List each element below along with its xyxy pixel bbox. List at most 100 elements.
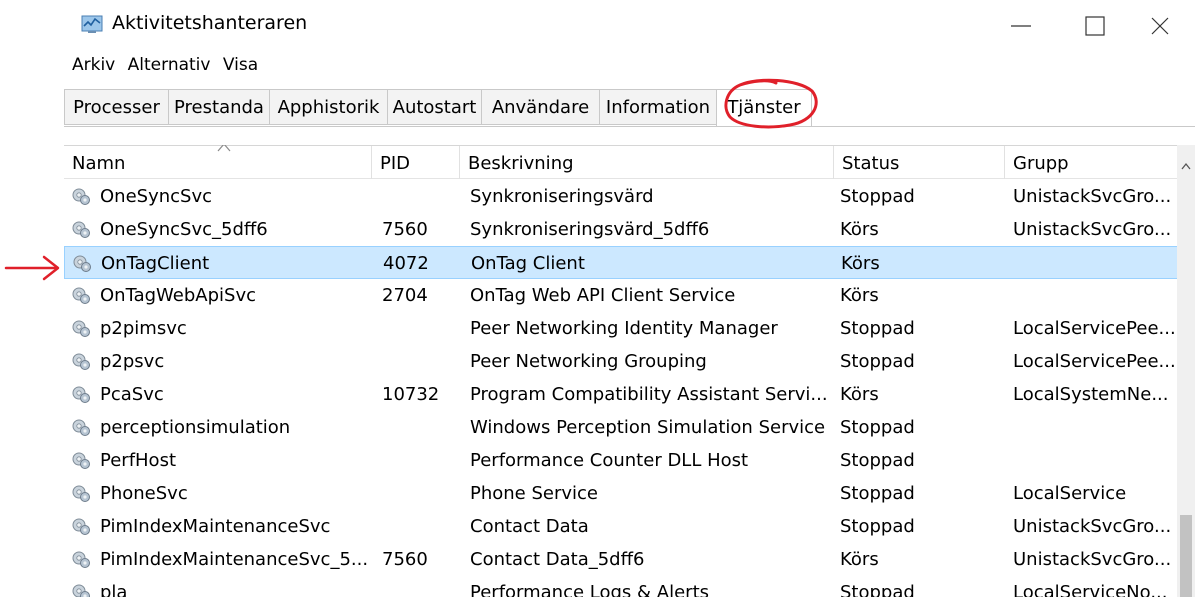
table-row[interactable]: OnTagWebApiSvc 2704 OnTag Web API Client S… [64, 279, 1182, 312]
table-row[interactable]: PerfHost Performance Counter DLL Host Stop… [64, 444, 1182, 477]
cell-pid [382, 312, 462, 345]
cell-group [1013, 279, 1178, 312]
cell-desc: Peer Networking Identity Manager [470, 318, 778, 339]
table-row[interactable]: perceptionsimulation Windows Perception S… [64, 411, 1182, 444]
cell-status: Stoppad [840, 582, 915, 597]
column-header-beskrivning[interactable]: Beskrivning [460, 146, 834, 179]
cell-name: OneSyncSvc [100, 186, 213, 207]
column-header-status[interactable]: Status [834, 146, 1005, 179]
minimize-icon[interactable] [1001, 10, 1041, 42]
gear-service-icon [70, 516, 92, 536]
cell-pid [382, 411, 462, 444]
maximize-icon[interactable] [1075, 10, 1115, 42]
cell-name: PcaSvc [100, 384, 164, 405]
cell-pid [382, 477, 462, 510]
cell-desc: OnTag Client [471, 253, 585, 274]
cell-name: PerfHost [100, 450, 177, 471]
table-row[interactable]: OneSyncSvc_5dff6 7560 Synkroniseringsvärd_… [64, 213, 1182, 246]
tab-prestanda[interactable]: Prestanda [168, 89, 270, 125]
cell-desc: Program Compatibility Assistant Servi... [470, 384, 828, 405]
menu-bar: Arkiv Alternativ Visa [72, 55, 265, 81]
cell-name: p2psvc [100, 351, 165, 372]
cell-group: LocalServicePee... [1013, 351, 1176, 372]
table-row[interactable]: PimIndexMaintenanceSvc Contact Data Stoppa… [64, 510, 1182, 543]
cell-name: p2pimsvc [100, 318, 187, 339]
cell-status: Stoppad [840, 483, 915, 504]
table-row[interactable]: pla Performance Logs & Alerts Stoppad Local… [64, 576, 1182, 597]
table-row[interactable]: PhoneSvc Phone Service Stoppad LocalService [64, 477, 1182, 510]
gear-service-icon [70, 417, 92, 437]
cell-pid [382, 510, 462, 543]
cell-status: Stoppad [840, 516, 915, 537]
tab-information[interactable]: Information [599, 89, 717, 125]
cell-name: pla [100, 582, 128, 597]
cell-status: Körs [841, 253, 880, 274]
cell-status: Stoppad [840, 186, 915, 207]
column-header-grupp[interactable]: Grupp [1005, 146, 1195, 179]
cell-group: LocalSystemNe... [1013, 384, 1169, 405]
cell-status: Körs [840, 384, 879, 405]
cell-desc: Synkroniseringsvärd_5dff6 [470, 219, 710, 240]
cell-group: LocalServiceNo... [1013, 582, 1168, 597]
column-header-pid[interactable]: PID [372, 146, 460, 179]
cell-status: Körs [840, 549, 879, 570]
cell-status: Stoppad [840, 318, 915, 339]
cell-status: Stoppad [840, 450, 915, 471]
cell-desc: Peer Networking Grouping [470, 351, 707, 372]
cell-desc: Synkroniseringsvärd [470, 186, 654, 207]
cell-group: UnistackSvcGro... [1013, 186, 1172, 207]
cell-desc: Windows Perception Simulation Service [470, 417, 826, 438]
task-manager-icon [81, 15, 103, 33]
table-row[interactable]: OnTagClient 4072 OnTag Client Körs [64, 246, 1182, 279]
gear-service-icon [70, 186, 92, 206]
tab-apphistorik[interactable]: Apphistorik [269, 89, 388, 125]
cell-pid: 2704 [382, 285, 428, 306]
cell-name: PimIndexMaintenanceSvc [100, 516, 331, 537]
tab-autostart[interactable]: Autostart [387, 89, 482, 125]
table-row[interactable]: PcaSvc 10732 Program Compatibility Assista… [64, 378, 1182, 411]
gear-service-icon [70, 318, 92, 338]
title-bar: Aktivitetshanteraren [0, 0, 1195, 50]
cell-name: OnTagWebApiSvc [100, 285, 257, 306]
gear-service-icon [70, 582, 92, 597]
cell-pid: 7560 [382, 219, 428, 240]
cell-pid: 7560 [382, 549, 428, 570]
cell-group [1013, 444, 1178, 477]
sort-ascending-icon [217, 145, 231, 152]
cell-group [1013, 411, 1178, 444]
cell-group: LocalServicePee... [1013, 318, 1176, 339]
column-header-namn[interactable]: Namn [64, 145, 372, 179]
close-icon[interactable] [1140, 10, 1180, 42]
menu-item-arkiv[interactable]: Arkiv [72, 55, 115, 75]
window-title: Aktivitetshanteraren [112, 12, 308, 34]
table-row[interactable]: PimIndexMaintenanceSvc_5... 7560 Contact D… [64, 543, 1182, 576]
gear-service-icon [70, 483, 92, 503]
tab-processer[interactable]: Processer [64, 89, 169, 125]
annotation-arrow [4, 255, 60, 281]
tab-anvandare[interactable]: Användare [481, 89, 600, 125]
tab-divider [64, 126, 1195, 127]
cell-group: UnistackSvcGro... [1013, 219, 1172, 240]
cell-name: perceptionsimulation [100, 417, 291, 438]
gear-service-icon [70, 351, 92, 371]
gear-service-icon [70, 450, 92, 470]
menu-item-alternativ[interactable]: Alternativ [128, 55, 211, 75]
table-row[interactable]: p2psvc Peer Networking Grouping Stoppad Loc… [64, 345, 1182, 378]
table-row[interactable]: OneSyncSvc Synkroniseringsvärd Stoppad Unis… [64, 180, 1182, 213]
gear-service-icon [70, 384, 92, 404]
cell-status: Stoppad [840, 351, 915, 372]
cell-pid [382, 345, 462, 378]
menu-item-visa[interactable]: Visa [223, 55, 258, 75]
cell-group [1014, 247, 1179, 280]
cell-desc: Performance Logs & Alerts [470, 582, 710, 597]
cell-status: Stoppad [840, 417, 915, 438]
annotation-circle [724, 78, 818, 129]
cell-desc: Contact Data [470, 516, 589, 537]
cell-name: OnTagClient [101, 253, 210, 274]
cell-pid: 4072 [383, 253, 429, 274]
scrollbar-thumb[interactable] [1180, 515, 1192, 597]
cell-name: PimIndexMaintenanceSvc_5... [100, 549, 369, 570]
scroll-up-icon[interactable] [1181, 162, 1191, 170]
cell-pid [382, 444, 462, 477]
table-row[interactable]: p2pimsvc Peer Networking Identity Manager… [64, 312, 1182, 345]
